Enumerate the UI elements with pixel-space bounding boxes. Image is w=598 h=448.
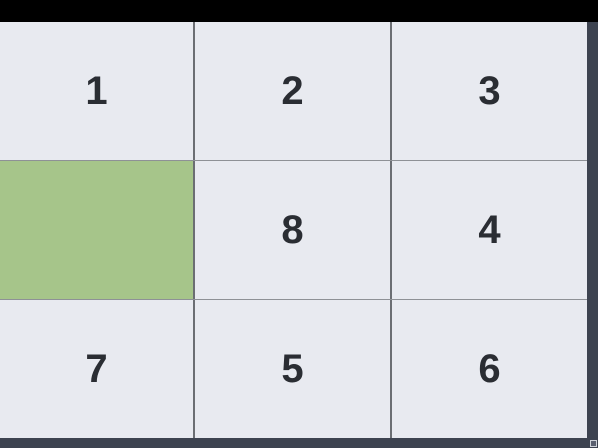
grid-divider-vertical-1: [193, 22, 195, 438]
puzzle-tile-4[interactable]: 4: [392, 161, 587, 299]
puzzle-tile-5[interactable]: 5: [195, 300, 390, 438]
grid-divider-vertical-2: [390, 22, 392, 438]
puzzle-tile-3[interactable]: 3: [392, 22, 587, 160]
game-screen: 1 2 3 8 4 7 5 6: [0, 0, 598, 448]
puzzle-tile-2[interactable]: 2: [195, 22, 390, 160]
puzzle-tile-7[interactable]: 7: [0, 300, 193, 438]
resize-grip-icon[interactable]: [590, 440, 597, 447]
puzzle-tile-1[interactable]: 1: [0, 22, 193, 160]
window-frame-bottom: [0, 438, 598, 448]
puzzle-tile-6[interactable]: 6: [392, 300, 587, 438]
puzzle-tile-8[interactable]: 8: [195, 161, 390, 299]
puzzle-empty-slot[interactable]: [0, 161, 193, 299]
window-frame-right: [587, 22, 598, 438]
grid-divider-horizontal-2: [0, 299, 587, 300]
sliding-puzzle-board: 1 2 3 8 4 7 5 6: [0, 22, 587, 438]
grid-divider-horizontal-1: [0, 160, 587, 161]
